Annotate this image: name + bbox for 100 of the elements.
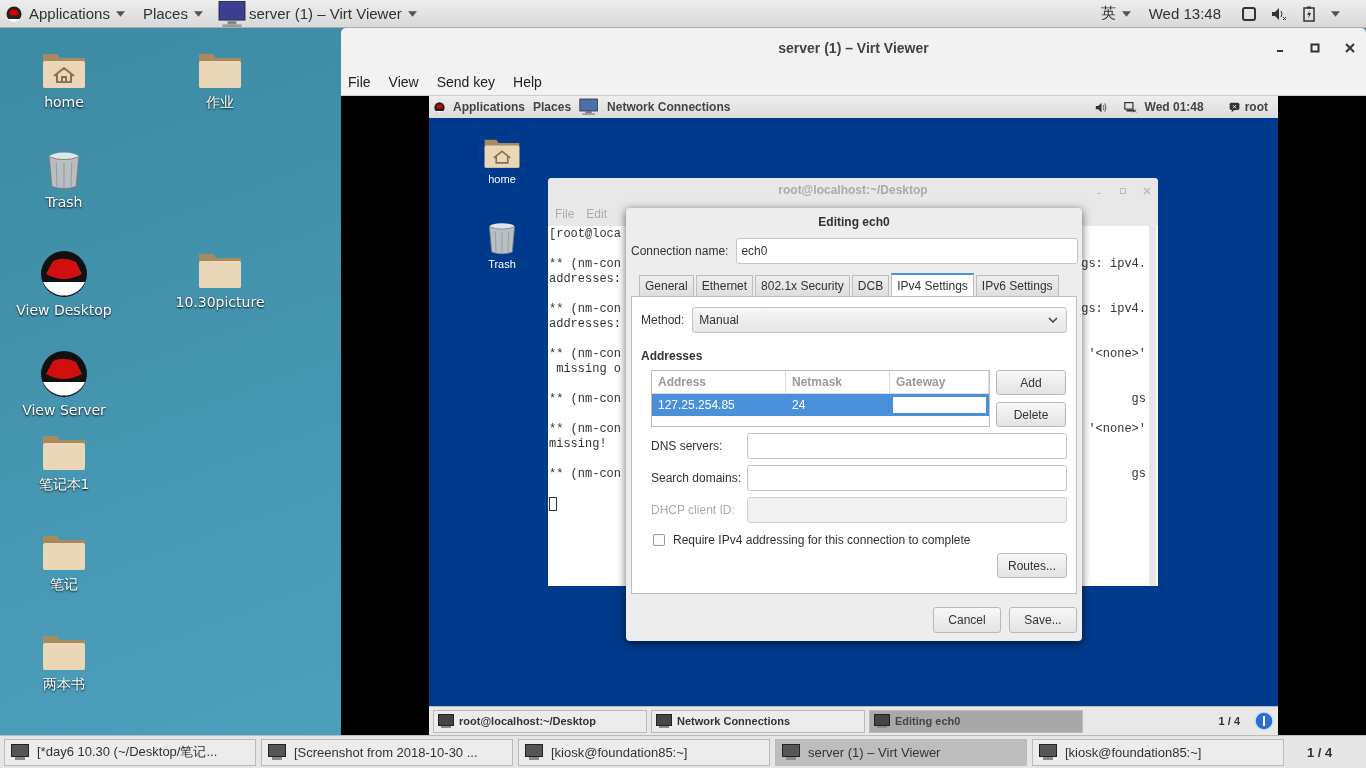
menu-item[interactable]: View xyxy=(388,73,419,90)
window-icon xyxy=(1039,744,1057,760)
terminal-text: addresses: xyxy=(549,317,621,332)
dialog-title: Editing ech0 xyxy=(817,214,891,230)
window-title: server (1) – Virt Viewer xyxy=(778,40,929,56)
terminal-text: ** (nm-con xyxy=(549,257,621,272)
icon-label: 笔记 xyxy=(50,576,78,594)
table-button[interactable]: Delete xyxy=(996,402,1066,427)
menu-item[interactable]: Send key xyxy=(436,73,496,90)
field-label: DHCP client ID: xyxy=(651,503,736,517)
tab[interactable]: IPv4 Settings xyxy=(891,273,974,296)
caret-icon xyxy=(115,10,125,17)
caret-icon[interactable] xyxy=(1331,10,1340,17)
menu-item[interactable]: File xyxy=(348,73,371,90)
taskbar-item[interactable]: [kiosk@foundation85:~] xyxy=(518,738,770,766)
method-dropdown[interactable]: Manual xyxy=(692,307,1067,333)
top-menu[interactable]: Applications xyxy=(453,100,525,114)
gateway-input-field[interactable] xyxy=(891,395,988,415)
terminal-text: ** (nm-con xyxy=(549,392,621,407)
connection-name-field[interactable]: ech0 xyxy=(736,238,1078,264)
tab[interactable]: General xyxy=(639,275,694,296)
taskbar-item[interactable]: [*day6 10.30 (~/Desktop/笔记... xyxy=(4,738,256,766)
window-icon xyxy=(11,744,29,760)
caret-icon xyxy=(1121,10,1131,17)
table-cell-text: 24 xyxy=(791,397,807,414)
volume-icon[interactable] xyxy=(1094,100,1108,114)
top-menu[interactable]: Applications xyxy=(29,5,110,22)
input-method-menu[interactable]: 英 xyxy=(1100,4,1116,23)
taskbar-item[interactable]: Editing ech0 xyxy=(869,709,1083,733)
window-icon xyxy=(656,714,672,728)
icon-label: 10.30picture xyxy=(175,294,265,310)
section-heading: Addresses xyxy=(641,349,704,363)
field-label: DNS servers: xyxy=(651,439,724,453)
table-cell-text: 127.25.254.85 xyxy=(657,397,736,414)
top-menu[interactable]: Places xyxy=(142,5,188,22)
chevron-down-icon xyxy=(1048,317,1058,323)
taskbar-item[interactable]: server (1) – Virt Viewer xyxy=(775,738,1027,766)
tab[interactable]: DCB xyxy=(851,275,890,296)
checkbox[interactable] xyxy=(653,534,665,546)
terminal-text: [root@loca xyxy=(549,227,621,242)
taskbar-item[interactable]: Network Connections xyxy=(651,709,865,733)
icon-label: View Desktop xyxy=(16,302,112,318)
window-icon xyxy=(268,744,286,760)
table-button[interactable]: Add xyxy=(996,370,1066,395)
window-icon xyxy=(525,744,543,760)
checkbox-label[interactable]: Require IPv4 addressing for this connection to complete xyxy=(673,533,971,547)
square-icon[interactable] xyxy=(1241,5,1257,22)
terminal-text: addresses: xyxy=(549,272,621,287)
taskbar-item[interactable]: [Screenshot from 2018-10-30 ... xyxy=(261,738,513,766)
tab[interactable]: Ethernet xyxy=(695,275,754,296)
hat-logo-icon[interactable] xyxy=(40,250,88,298)
terminal-text: ** (nm-con xyxy=(549,422,621,437)
window-icon xyxy=(438,714,454,728)
icon-label: Trash xyxy=(488,258,516,270)
window-icon xyxy=(874,714,890,728)
menu-item[interactable]: Help xyxy=(513,73,542,90)
tab[interactable]: IPv6 Settings xyxy=(975,275,1059,296)
taskbar-item[interactable]: root@localhost:~/Desktop xyxy=(433,709,647,733)
icon-label: 作业 xyxy=(206,94,234,112)
icon-label: View Server xyxy=(22,402,106,418)
terminal-text: gs xyxy=(1131,467,1146,482)
notification-icon[interactable] xyxy=(1254,711,1274,731)
hat-logo-icon xyxy=(6,5,22,22)
dialog-button[interactable]: Save... xyxy=(1009,607,1077,633)
taskbar-item[interactable]: [kiosk@foundation85:~] xyxy=(1032,738,1284,766)
clock[interactable]: Wed 13:48 xyxy=(1148,5,1221,22)
tab[interactable]: 802.1x Security xyxy=(755,275,850,296)
terminal-text: ** (nm-con xyxy=(549,347,621,362)
icon-label: home xyxy=(488,173,516,185)
user-menu[interactable]: root xyxy=(1244,100,1268,114)
hat-logo-icon xyxy=(434,101,445,113)
text-cursor xyxy=(549,497,557,511)
routes-button[interactable]: Routes... xyxy=(997,553,1067,578)
terminal-text: gs: ipv4. xyxy=(1081,302,1146,317)
text-field[interactable] xyxy=(747,465,1067,491)
scrollbar[interactable] xyxy=(1149,226,1156,586)
terminal-text: gs xyxy=(1131,392,1146,407)
terminal-text: missing! xyxy=(549,437,607,452)
icon-label: 笔记本1 xyxy=(38,476,90,494)
terminal-text: '<none>' xyxy=(1088,347,1146,362)
terminal-text: '<none>' xyxy=(1088,422,1146,437)
window-menu[interactable]: server (1) – Virt Viewer xyxy=(248,5,402,22)
network-icon[interactable] xyxy=(1123,100,1137,114)
caret-icon xyxy=(193,10,203,17)
window-menu[interactable]: Network Connections xyxy=(607,100,731,114)
battery-icon[interactable] xyxy=(1301,5,1317,22)
maximize-icon[interactable] xyxy=(1309,42,1321,54)
dialog-button[interactable]: Cancel xyxy=(933,607,1001,633)
close-icon[interactable] xyxy=(1344,42,1356,54)
workspace-indicator[interactable]: 1 / 4 xyxy=(1307,744,1333,760)
workspace-indicator[interactable]: 1 / 4 xyxy=(1218,715,1240,727)
text-field[interactable] xyxy=(747,433,1067,459)
hat-logo-icon[interactable] xyxy=(40,350,88,398)
terminal-text: missing o xyxy=(555,362,621,377)
terminal-text: ** (nm-con xyxy=(549,467,621,482)
icon-label: Trash xyxy=(45,194,83,210)
field-label: Search domains: xyxy=(651,471,743,485)
clock[interactable]: Wed 01:48 xyxy=(1144,100,1204,114)
field-label: Method: xyxy=(641,313,685,327)
top-menu[interactable]: Places xyxy=(533,100,572,114)
